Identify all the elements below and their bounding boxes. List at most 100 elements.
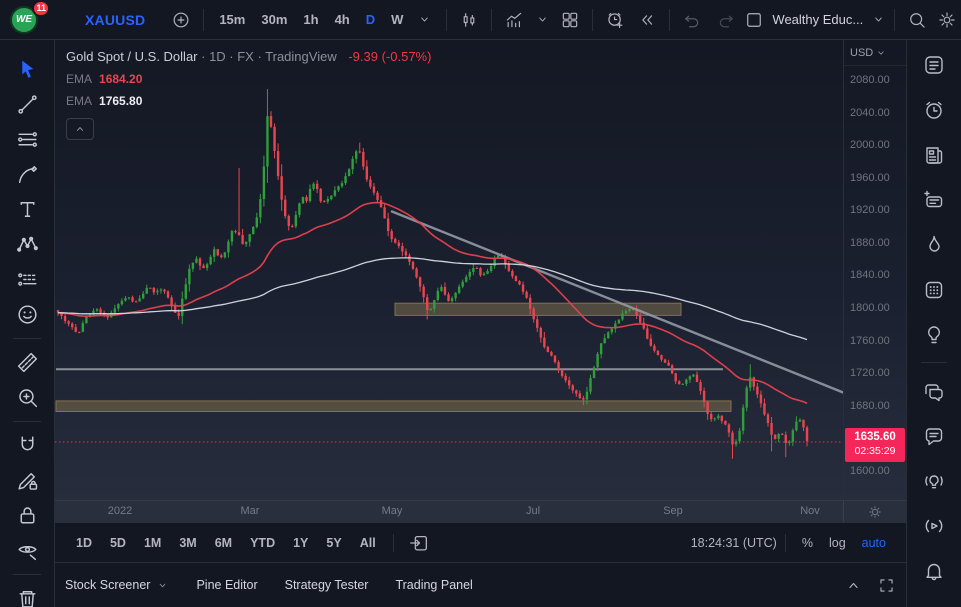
remove-objects-button[interactable] <box>0 581 55 607</box>
calendar-grid-button[interactable] <box>907 267 961 312</box>
range-button-ytd[interactable]: YTD <box>241 532 284 554</box>
range-button-1y[interactable]: 1Y <box>284 532 317 554</box>
text-notes-button[interactable] <box>907 177 961 222</box>
descending-trendline <box>391 211 843 394</box>
chevron-down-icon <box>156 579 169 592</box>
interval-button-30m[interactable]: 30m <box>254 8 294 31</box>
pattern-button[interactable] <box>0 227 55 262</box>
chart-legend-header[interactable]: Gold Spot / U.S. Dollar · 1D · FX · Trad… <box>66 49 431 64</box>
bar-countdown: 02:35:29 <box>845 445 905 459</box>
indicator-row-ema2[interactable]: EMA1765.80 <box>66 90 142 112</box>
interval-button-1h[interactable]: 1h <box>296 8 325 31</box>
footer-tab-pine-editor[interactable]: Pine Editor <box>196 578 257 592</box>
symbol-search-button[interactable]: XAUUSD <box>58 10 145 30</box>
auto-scale-button[interactable]: auto <box>854 532 894 554</box>
interval-button-d[interactable]: D <box>359 8 382 31</box>
logo-button[interactable]: WE 11 <box>8 3 44 37</box>
fullscreen-icon[interactable] <box>877 576 896 595</box>
emoji-button[interactable] <box>0 297 55 332</box>
indicator-value: 1684.20 <box>99 72 142 86</box>
collapse-legend-button[interactable] <box>66 118 94 140</box>
bar-replay-button[interactable] <box>633 6 661 34</box>
hotlists-flame-button[interactable] <box>907 222 961 267</box>
range-button-5y[interactable]: 5Y <box>317 532 350 554</box>
layout-account-button[interactable]: Wealthy Educ... <box>744 10 886 30</box>
indicator-name: EMA <box>66 94 92 108</box>
live-stream-button[interactable] <box>907 503 961 548</box>
redo-button[interactable] <box>712 6 740 34</box>
undo-icon <box>682 10 702 30</box>
trend-line-button[interactable] <box>0 87 55 122</box>
percent-scale-button[interactable]: % <box>794 532 821 554</box>
go-to-date-icon[interactable] <box>408 532 430 554</box>
brush-button[interactable] <box>0 157 55 192</box>
chart-pane[interactable]: Gold Spot / U.S. Dollar · 1D · FX · Trad… <box>55 40 843 500</box>
news-button[interactable] <box>907 132 961 177</box>
range-button-6m[interactable]: 6M <box>206 532 241 554</box>
price-chart-canvas[interactable] <box>55 40 843 500</box>
interval-button-4h[interactable]: 4h <box>328 8 357 31</box>
interval-more-button[interactable] <box>410 6 438 34</box>
text-button[interactable] <box>0 192 55 227</box>
range-button-1m[interactable]: 1M <box>135 532 170 554</box>
bulb-broadcast-button[interactable] <box>907 458 961 503</box>
range-toolbar: 1D5D1M3M6MYTD1Y5YAll 18:24:31 (UTC) % lo… <box>55 522 906 562</box>
search-button[interactable] <box>903 6 931 34</box>
candlestick-style-icon <box>459 10 479 30</box>
clock-utc[interactable]: 18:24:31 (UTC) <box>691 536 777 550</box>
notifications-bell-button[interactable] <box>907 548 961 593</box>
price-axis[interactable]: USD 2080.002040.002000.001960.001920.001… <box>843 40 906 500</box>
text-icon <box>15 197 40 222</box>
chat-bubbles-button[interactable] <box>907 368 961 413</box>
log-scale-button[interactable]: log <box>821 532 854 554</box>
magnet-button[interactable] <box>0 428 55 463</box>
fib-retracement-button[interactable] <box>0 122 55 157</box>
brush-icon <box>15 162 40 187</box>
time-axis-label: Jul <box>526 505 540 517</box>
indicators-button[interactable] <box>500 6 528 34</box>
cursor-button[interactable] <box>0 52 55 87</box>
alert-plus-button[interactable] <box>601 6 629 34</box>
hide-drawings-button[interactable] <box>0 533 55 568</box>
panel-expand-chevron-icon[interactable] <box>844 576 863 595</box>
range-button-3m[interactable]: 3M <box>170 532 205 554</box>
undo-button[interactable] <box>678 6 706 34</box>
interval-button-w[interactable]: W <box>384 8 410 31</box>
footer-tabs: Stock Screener Pine Editor Strategy Tester… <box>65 578 500 592</box>
footer-tab-stock-screener[interactable]: Stock Screener <box>65 578 169 592</box>
ideas-bulb-button[interactable] <box>907 312 961 357</box>
supply-demand-zone <box>56 401 731 412</box>
symbol-name: XAUUSD <box>85 12 145 28</box>
magnet-icon <box>15 433 40 458</box>
interval-button-15m[interactable]: 15m <box>212 8 252 31</box>
chevron-down-button[interactable] <box>528 6 556 34</box>
zoom-in-button[interactable] <box>0 380 55 415</box>
currency-selector[interactable]: USD <box>844 40 906 66</box>
widget-sidebar <box>906 40 961 607</box>
range-buttons: 1D5D1M3M6MYTD1Y5YAll <box>67 532 385 554</box>
trend-line-icon <box>15 92 40 117</box>
candlestick-style-button[interactable] <box>455 6 483 34</box>
gold-coin-icon <box>58 10 78 30</box>
theme-sun-icon[interactable] <box>867 504 883 520</box>
range-button-all[interactable]: All <box>351 532 385 554</box>
range-button-5d[interactable]: 5D <box>101 532 135 554</box>
alerts-button[interactable] <box>907 87 961 132</box>
lock-all-button[interactable] <box>0 498 55 533</box>
settings-gear-button[interactable] <box>933 6 961 34</box>
compare-add-symbol-button[interactable] <box>167 6 195 34</box>
time-axis[interactable]: 2022MarMayJulSepNov <box>55 500 906 522</box>
layout-square-icon <box>744 10 764 30</box>
range-button-1d[interactable]: 1D <box>67 532 101 554</box>
comment-button[interactable] <box>907 413 961 458</box>
forecast-button[interactable] <box>0 262 55 297</box>
layout-grid-button[interactable] <box>556 6 584 34</box>
drawing-mode-button[interactable] <box>0 463 55 498</box>
toolbar-divider <box>13 421 41 422</box>
measure-button[interactable] <box>0 345 55 380</box>
indicator-row-ema1[interactable]: EMA1684.20 <box>66 68 142 90</box>
footer-tab-trading-panel[interactable]: Trading Panel <box>395 578 472 592</box>
footer-tab-strategy-tester[interactable]: Strategy Tester <box>285 578 369 592</box>
watchlist-button[interactable] <box>907 42 961 87</box>
price-axis-label: 1800.00 <box>850 302 890 314</box>
